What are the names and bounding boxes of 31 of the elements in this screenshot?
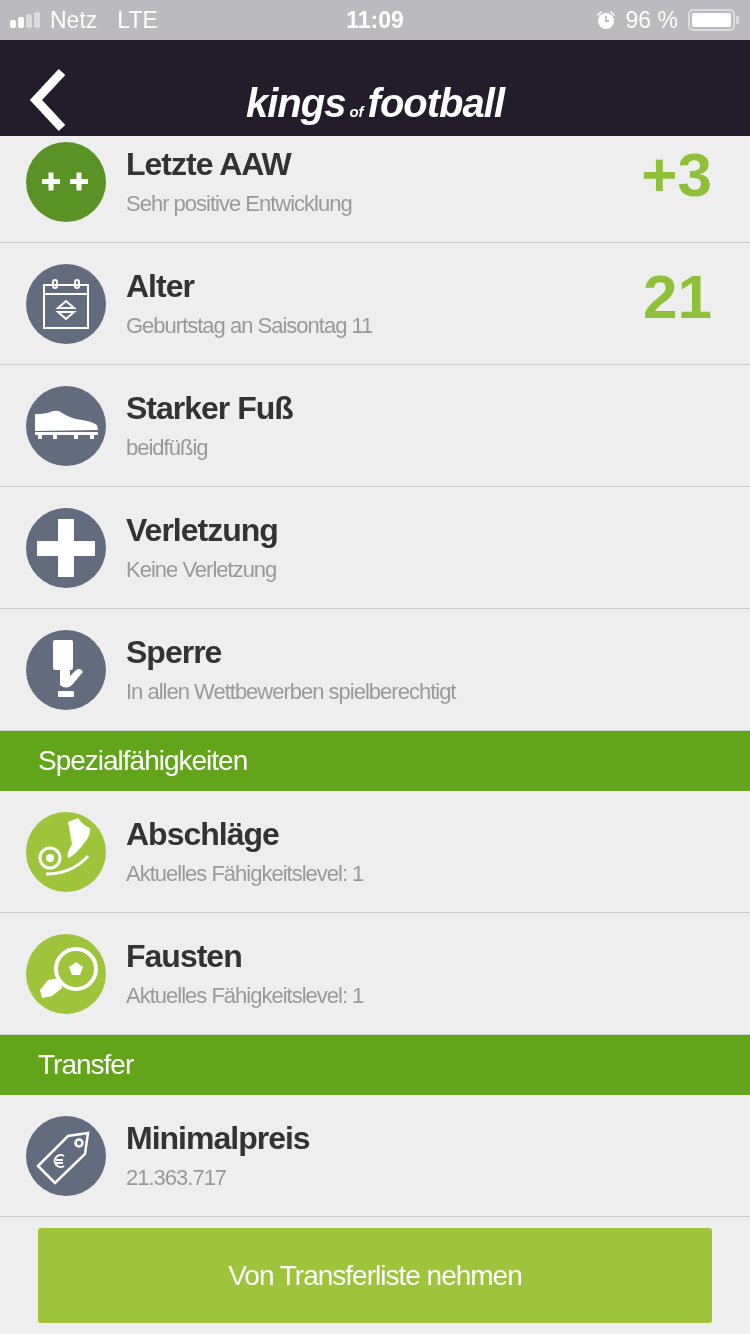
row-subtitle: Geburtstag an Saisontag 11: [126, 313, 374, 339]
row-title: Abschläge: [126, 816, 280, 853]
section-header: Spezialfähigkeiten: [0, 731, 750, 791]
clock-text: 11:09: [345, 6, 405, 34]
row-subtitle: beidfüßig: [126, 435, 209, 461]
network-text: LTE: [117, 6, 158, 34]
row-subtitle: Keine Verletzung: [126, 557, 278, 583]
row-title: Verletzung: [126, 512, 279, 549]
logo-text: of: [349, 103, 364, 120]
carrier-text: Netz: [50, 6, 98, 34]
row-title: Sperre: [126, 634, 223, 671]
row-subtitle: Aktuelles Fähigkeitslevel: 1: [126, 983, 365, 1009]
logo-text: kings: [245, 81, 346, 126]
back-icon[interactable]: [28, 68, 68, 132]
alarm-icon: [595, 10, 616, 30]
row-subtitle: Aktuelles Fähigkeitslevel: 1: [126, 861, 365, 887]
battery-text: 96 %: [625, 6, 678, 34]
row-value: 21: [643, 261, 712, 332]
row-title: Letzte AAW: [126, 146, 293, 183]
logo-text: football: [367, 81, 505, 126]
battery-icon: [688, 9, 740, 31]
row-subtitle: In allen Wettbewerben spielberechtigt: [126, 679, 457, 705]
row-title: Minimalpreis: [126, 1120, 311, 1157]
row-subtitle: 21.363.717: [126, 1165, 228, 1191]
section-header: Transfer: [0, 1035, 750, 1095]
row-title: Starker Fuß: [126, 390, 294, 427]
row-value: +3: [641, 139, 712, 210]
row-title: Fausten: [126, 938, 243, 975]
remove-from-transfer-list-button[interactable]: Von Transferliste nehmen: [38, 1228, 712, 1323]
row-title: Alter: [126, 268, 196, 305]
row-subtitle: Sehr positive Entwicklung: [126, 191, 353, 217]
